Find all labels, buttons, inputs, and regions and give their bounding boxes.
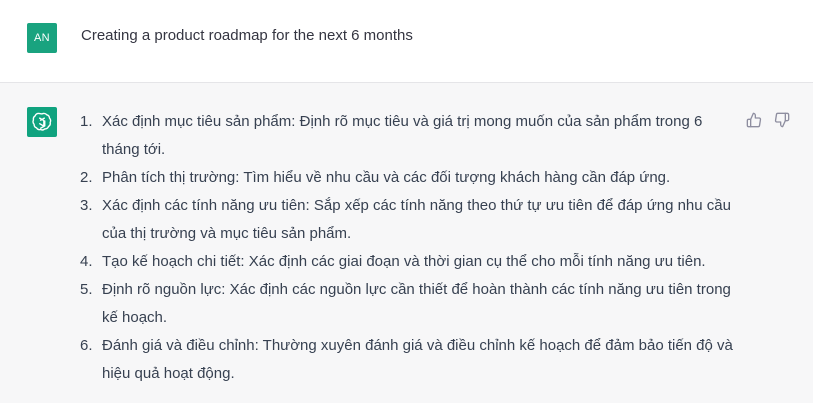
openai-logo-icon [27, 107, 57, 137]
list-item-text: Phân tích thị trường: Tìm hiểu về nhu cầ… [102, 169, 671, 186]
list-item: 2. Phân tích thị trường: Tìm hiểu về nhu… [80, 164, 735, 192]
list-item: 1. Xác định mục tiêu sản phẩm: Định rõ m… [80, 108, 735, 164]
user-message-row: AN Creating a product roadmap for the ne… [0, 0, 813, 83]
list-item-text: Tạo kế hoạch chi tiết: Xác định các giai… [102, 253, 706, 270]
list-item-text: Đánh giá và điều chỉnh: Thường xuyên đán… [102, 337, 733, 382]
list-item-number: 5. [80, 281, 93, 298]
list-item: 3. Xác định các tính năng ưu tiên: Sắp x… [80, 192, 735, 248]
list-item-text: Xác định mục tiêu sản phẩm: Định rõ mục … [102, 113, 703, 158]
list-item: 4. Tạo kế hoạch chi tiết: Xác định các g… [80, 248, 735, 276]
list-item-number: 1. [80, 113, 93, 130]
user-avatar: AN [27, 23, 57, 53]
list-item-text: Định rõ nguồn lực: Xác định các nguồn lự… [102, 281, 731, 326]
list-item-number: 3. [80, 197, 93, 214]
answer-list: 1. Xác định mục tiêu sản phẩm: Định rõ m… [80, 108, 735, 388]
thumbs-down-icon[interactable] [773, 111, 791, 129]
list-item-number: 2. [80, 169, 93, 186]
list-item: 6. Đánh giá và điều chỉnh: Thường xuyên … [80, 332, 735, 388]
list-item-number: 4. [80, 253, 93, 270]
list-item-text: Xác định các tính năng ưu tiên: Sắp xếp … [102, 197, 731, 242]
list-item-number: 6. [80, 337, 93, 354]
user-message-text: Creating a product roadmap for the next … [81, 27, 413, 44]
thumbs-up-icon[interactable] [745, 111, 763, 129]
list-item: 5. Định rõ nguồn lực: Xác định các nguồn… [80, 276, 735, 332]
assistant-message-row: 1. Xác định mục tiêu sản phẩm: Định rõ m… [0, 83, 813, 403]
